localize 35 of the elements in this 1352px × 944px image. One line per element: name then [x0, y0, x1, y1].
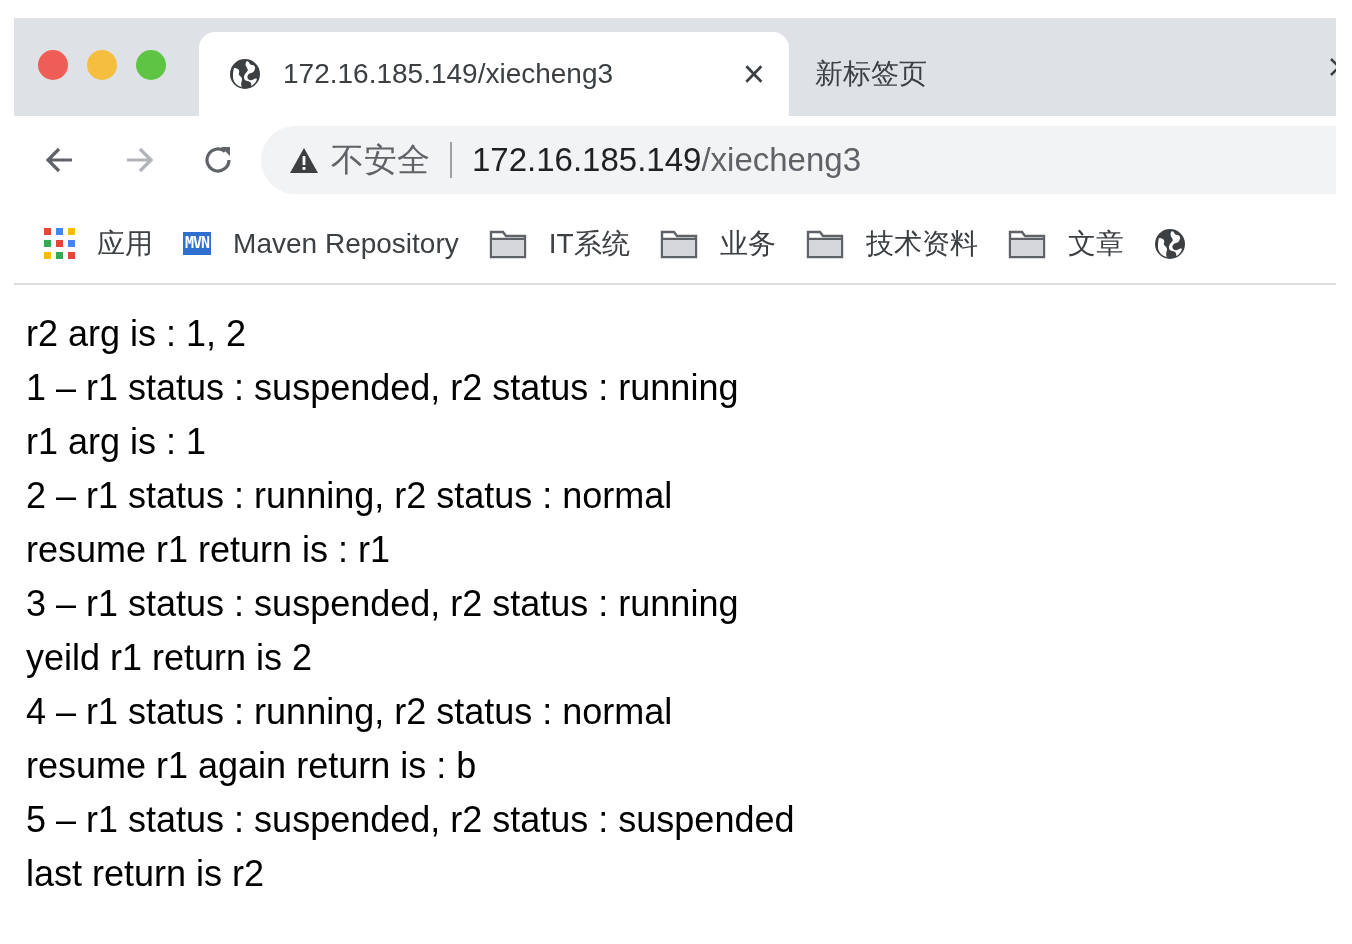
- bookmark-label[interactable]: IT系统: [548, 224, 630, 263]
- folder-icon[interactable]: [659, 228, 698, 259]
- output-line: r2 arg is : 1, 2: [26, 312, 248, 356]
- url-text: 172.16.185.149/xiecheng3: [472, 141, 861, 179]
- output-line: resume r1 return is : r1: [26, 528, 392, 572]
- window-close-button[interactable]: [38, 50, 68, 80]
- output-line: resume r1 again return is : b: [26, 744, 478, 788]
- folder-icon[interactable]: [805, 228, 844, 259]
- output-line: 1 – r1 status : suspended, r2 status : running: [26, 366, 740, 410]
- close-icon[interactable]: ×: [742, 55, 765, 93]
- output-line: yeild r1 return is 2: [26, 636, 314, 680]
- output-line: 2 – r1 status : running, r2 status : normal: [26, 474, 674, 518]
- output-line: last return is r2: [26, 852, 266, 896]
- address-bar[interactable]: 不安全 172.16.185.149/xiecheng3: [261, 126, 1336, 194]
- globe-icon[interactable]: [229, 58, 261, 90]
- bookmark-label[interactable]: Maven Repository: [233, 227, 459, 260]
- mvn-logo-icon: MVN: [183, 232, 212, 255]
- bookmark-label[interactable]: 业务: [719, 224, 776, 263]
- bookmark-label[interactable]: 应用: [97, 224, 153, 263]
- tab-title: 新标签页: [815, 57, 927, 91]
- output-line: 4 – r1 status : running, r2 status : normal: [26, 690, 674, 734]
- folder-icon[interactable]: [488, 228, 527, 259]
- output-line: 5 – r1 status : suspended, r2 status : suspended: [26, 798, 796, 842]
- security-label: 不安全: [331, 139, 430, 180]
- globe-icon[interactable]: [1153, 227, 1186, 260]
- browser-tab[interactable]: 新标签页: [789, 32, 951, 116]
- output-line: 3 – r1 status : suspended, r2 status : running: [26, 582, 740, 626]
- apps-grid-icon[interactable]: [44, 228, 75, 259]
- bookmark-label[interactable]: 文章: [1067, 224, 1124, 263]
- folder-icon[interactable]: [1007, 228, 1046, 259]
- output-line: r1 arg is : 1: [26, 420, 208, 464]
- browser-tab[interactable]: 172.16.185.149/xiecheng3 ×: [199, 32, 789, 116]
- bookmark-label[interactable]: 技术资料: [865, 224, 978, 263]
- tab-title: 172.16.185.149/xiecheng3: [283, 58, 615, 90]
- warning-icon[interactable]: [289, 146, 319, 174]
